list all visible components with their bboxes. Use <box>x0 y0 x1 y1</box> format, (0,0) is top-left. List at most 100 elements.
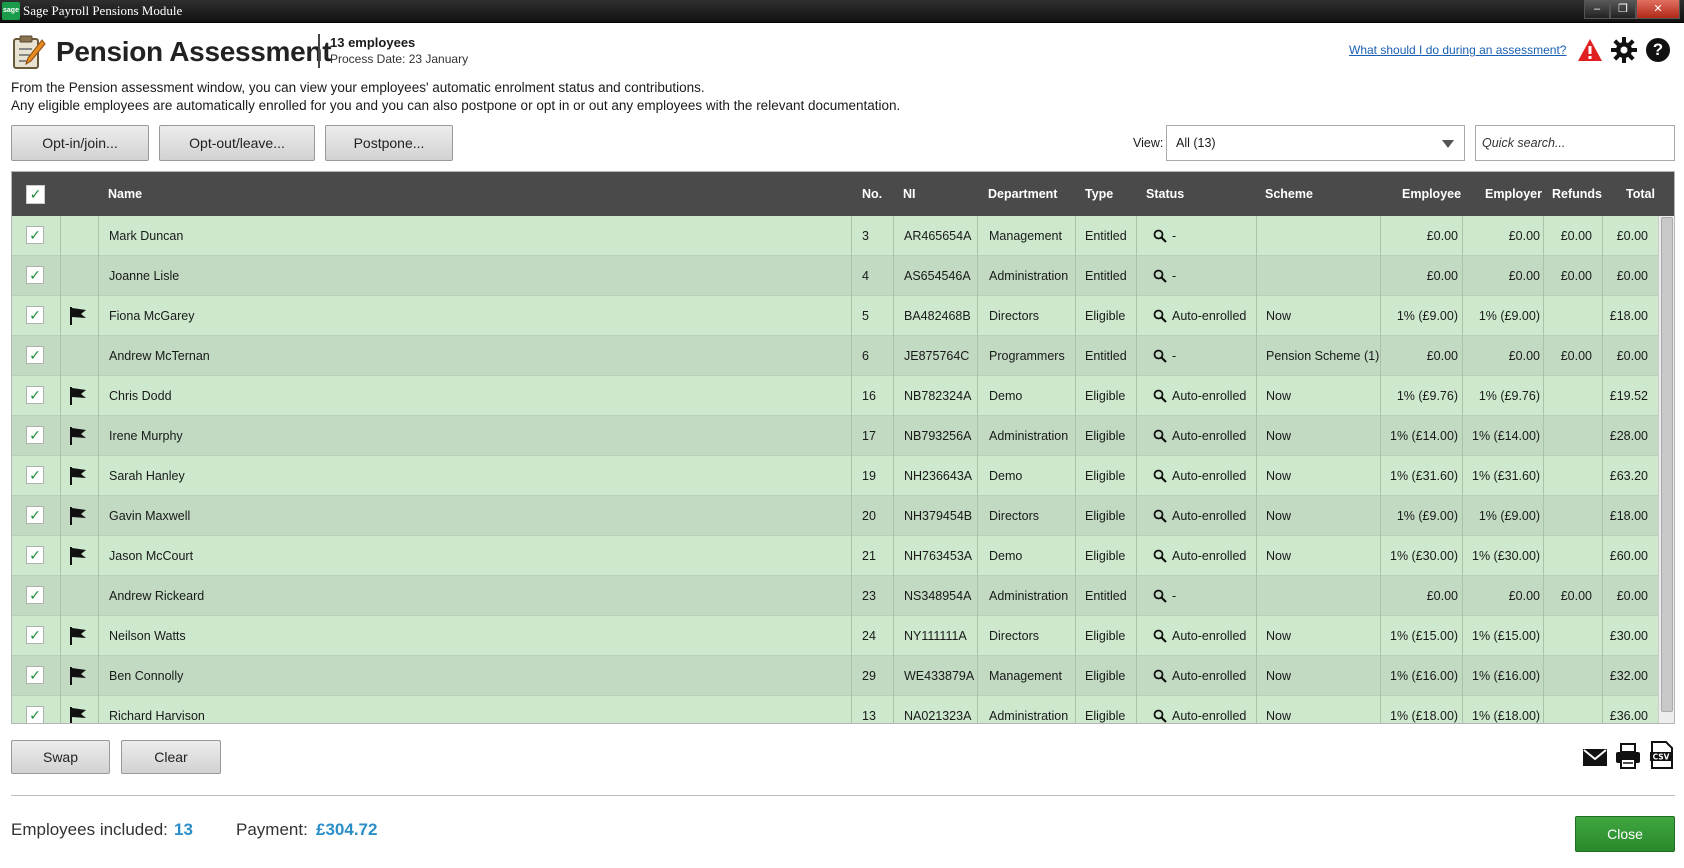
table-row[interactable]: ✓ Irene Murphy 17 NB793256A Administration El… <box>12 416 1658 456</box>
column-header-department[interactable]: Department <box>988 187 1057 201</box>
help-icon[interactable]: ? <box>1646 38 1670 62</box>
column-divider <box>1543 256 1544 296</box>
select-all-checkbox[interactable]: ✓ <box>26 185 45 204</box>
quick-search-input[interactable] <box>1475 125 1675 161</box>
row-select-checkbox[interactable]: ✓ <box>26 466 44 484</box>
row-select-checkbox[interactable]: ✓ <box>26 266 44 284</box>
column-divider <box>60 296 61 336</box>
csv-icon[interactable]: CSV <box>1650 741 1674 769</box>
assessment-help-link[interactable]: What should I do during an assessment? <box>1349 43 1566 57</box>
magnifier-icon[interactable] <box>1153 229 1167 243</box>
window-close-icon[interactable]: ✕ <box>1636 0 1680 19</box>
table-row[interactable]: ✓ Chris Dodd 16 NB782324A Demo Eligible Auto-e… <box>12 376 1658 416</box>
column-divider <box>851 576 852 616</box>
close-button[interactable]: Close <box>1575 816 1675 852</box>
cell-total: £0.00 <box>1616 589 1648 603</box>
svg-text:CSV: CSV <box>1653 753 1670 762</box>
table-row[interactable]: ✓ Andrew Rickeard 23 NS348954A Administratio… <box>12 576 1658 616</box>
magnifier-icon[interactable] <box>1153 509 1167 523</box>
cell-scheme: Now <box>1266 669 1292 683</box>
magnifier-icon[interactable] <box>1153 629 1167 643</box>
postpone-button[interactable]: Postpone... <box>325 125 453 161</box>
row-select-checkbox[interactable]: ✓ <box>26 306 44 324</box>
table-row[interactable]: ✓ Gavin Maxwell 20 NH379454B Directors Eligib… <box>12 496 1658 536</box>
column-divider <box>60 216 61 256</box>
magnifier-icon[interactable] <box>1153 669 1167 683</box>
magnifier-icon[interactable] <box>1153 549 1167 563</box>
column-header-employee[interactable]: Employee <box>1402 187 1461 201</box>
scrollbar-thumb[interactable] <box>1661 217 1673 712</box>
email-icon[interactable] <box>1582 746 1608 768</box>
column-header-type[interactable]: Type <box>1085 187 1113 201</box>
row-select-checkbox[interactable]: ✓ <box>26 546 44 564</box>
table-row[interactable]: ✓ Neilson Watts 24 NY111111A Directors Eligib… <box>12 616 1658 656</box>
table-row[interactable]: ✓ Fiona McGarey 5 BA482468B Directors Eligibl… <box>12 296 1658 336</box>
column-divider <box>851 296 852 336</box>
row-select-checkbox[interactable]: ✓ <box>26 626 44 644</box>
column-divider <box>1602 336 1603 376</box>
column-header-name[interactable]: Name <box>108 187 142 201</box>
magnifier-icon[interactable] <box>1153 429 1167 443</box>
row-select-checkbox[interactable]: ✓ <box>26 706 44 723</box>
column-divider <box>1462 496 1463 536</box>
table-row[interactable]: ✓ Joanne Lisle 4 AS654546A Administration Ent… <box>12 256 1658 296</box>
table-header: ✓ Name No. NI Department Type Status Sch… <box>12 172 1674 216</box>
opt-in-join-button[interactable]: Opt-in/join... <box>11 125 149 161</box>
column-divider <box>851 376 852 416</box>
print-icon[interactable] <box>1615 743 1641 769</box>
magnifier-icon[interactable] <box>1153 309 1167 323</box>
cell-status: - <box>1172 349 1177 363</box>
column-header-no[interactable]: No. <box>862 187 882 201</box>
row-select-checkbox[interactable]: ✓ <box>26 666 44 684</box>
column-header-employer[interactable]: Employer <box>1485 187 1542 201</box>
table-row[interactable]: ✓ Mark Duncan 3 AR465654A Management Entitled… <box>12 216 1658 256</box>
cell-department: Management <box>989 229 1062 243</box>
column-divider <box>1543 376 1544 416</box>
column-header-total[interactable]: Total <box>1626 187 1655 201</box>
column-divider <box>851 656 852 696</box>
magnifier-icon[interactable] <box>1153 709 1167 723</box>
row-select-checkbox[interactable]: ✓ <box>26 346 44 364</box>
row-select-checkbox[interactable]: ✓ <box>26 426 44 444</box>
column-divider <box>1602 216 1603 256</box>
table-body: ✓ Mark Duncan 3 AR465654A Management Entitled… <box>12 216 1658 723</box>
cell-scheme <box>1266 576 1388 616</box>
column-header-status[interactable]: Status <box>1146 187 1184 201</box>
table-row[interactable]: ✓ Richard Harvison 13 NA021323A Administrati… <box>12 696 1658 723</box>
column-header-refunds[interactable]: Refunds <box>1552 187 1602 201</box>
row-select-checkbox[interactable]: ✓ <box>26 586 44 604</box>
table-row[interactable]: ✓ Andrew McTernan 6 JE875764C Programmers Ent… <box>12 336 1658 376</box>
clear-button[interactable]: Clear <box>121 740 221 774</box>
cell-department: Demo <box>989 469 1023 483</box>
cell-refunds <box>1552 496 1592 536</box>
magnifier-icon[interactable] <box>1153 349 1167 363</box>
table-row[interactable]: ✓ Jason McCourt 21 NH763453A Demo Eligible Aut… <box>12 536 1658 576</box>
cell-employee: £0.00 <box>1426 589 1458 603</box>
table-row[interactable]: ✓ Ben Connolly 29 WE433879A Management Eligib… <box>12 656 1658 696</box>
column-header-ni[interactable]: NI <box>903 187 916 201</box>
warning-icon[interactable] <box>1577 38 1603 62</box>
magnifier-icon[interactable] <box>1153 469 1167 483</box>
row-select-checkbox[interactable]: ✓ <box>26 506 44 524</box>
cell-type: Eligible <box>1085 709 1126 723</box>
opt-out-leave-button[interactable]: Opt-out/leave... <box>159 125 315 161</box>
swap-button[interactable]: Swap <box>11 740 110 774</box>
cell-status: - <box>1172 269 1177 283</box>
magnifier-icon[interactable] <box>1153 269 1167 283</box>
cell-status: - <box>1172 229 1177 243</box>
cell-status: Auto-enrolled <box>1172 429 1247 443</box>
table-row[interactable]: ✓ Sarah Hanley 19 NH236643A Demo Eligible Auto… <box>12 456 1658 496</box>
restore-icon[interactable]: ❐ <box>1610 0 1636 19</box>
magnifier-icon[interactable] <box>1153 589 1167 603</box>
cell-status: Auto-enrolled <box>1172 629 1247 643</box>
row-select-checkbox[interactable]: ✓ <box>26 386 44 404</box>
payment-label: Payment: <box>236 820 308 839</box>
payment-value: £304.72 <box>316 820 378 839</box>
view-filter-select[interactable]: All (13) <box>1166 125 1465 161</box>
row-select-checkbox[interactable]: ✓ <box>26 226 44 244</box>
magnifier-icon[interactable] <box>1153 389 1167 403</box>
table-scrollbar[interactable] <box>1658 216 1674 723</box>
minimize-icon[interactable]: – <box>1584 0 1610 19</box>
gear-icon[interactable] <box>1611 37 1637 63</box>
column-header-scheme[interactable]: Scheme <box>1265 187 1313 201</box>
